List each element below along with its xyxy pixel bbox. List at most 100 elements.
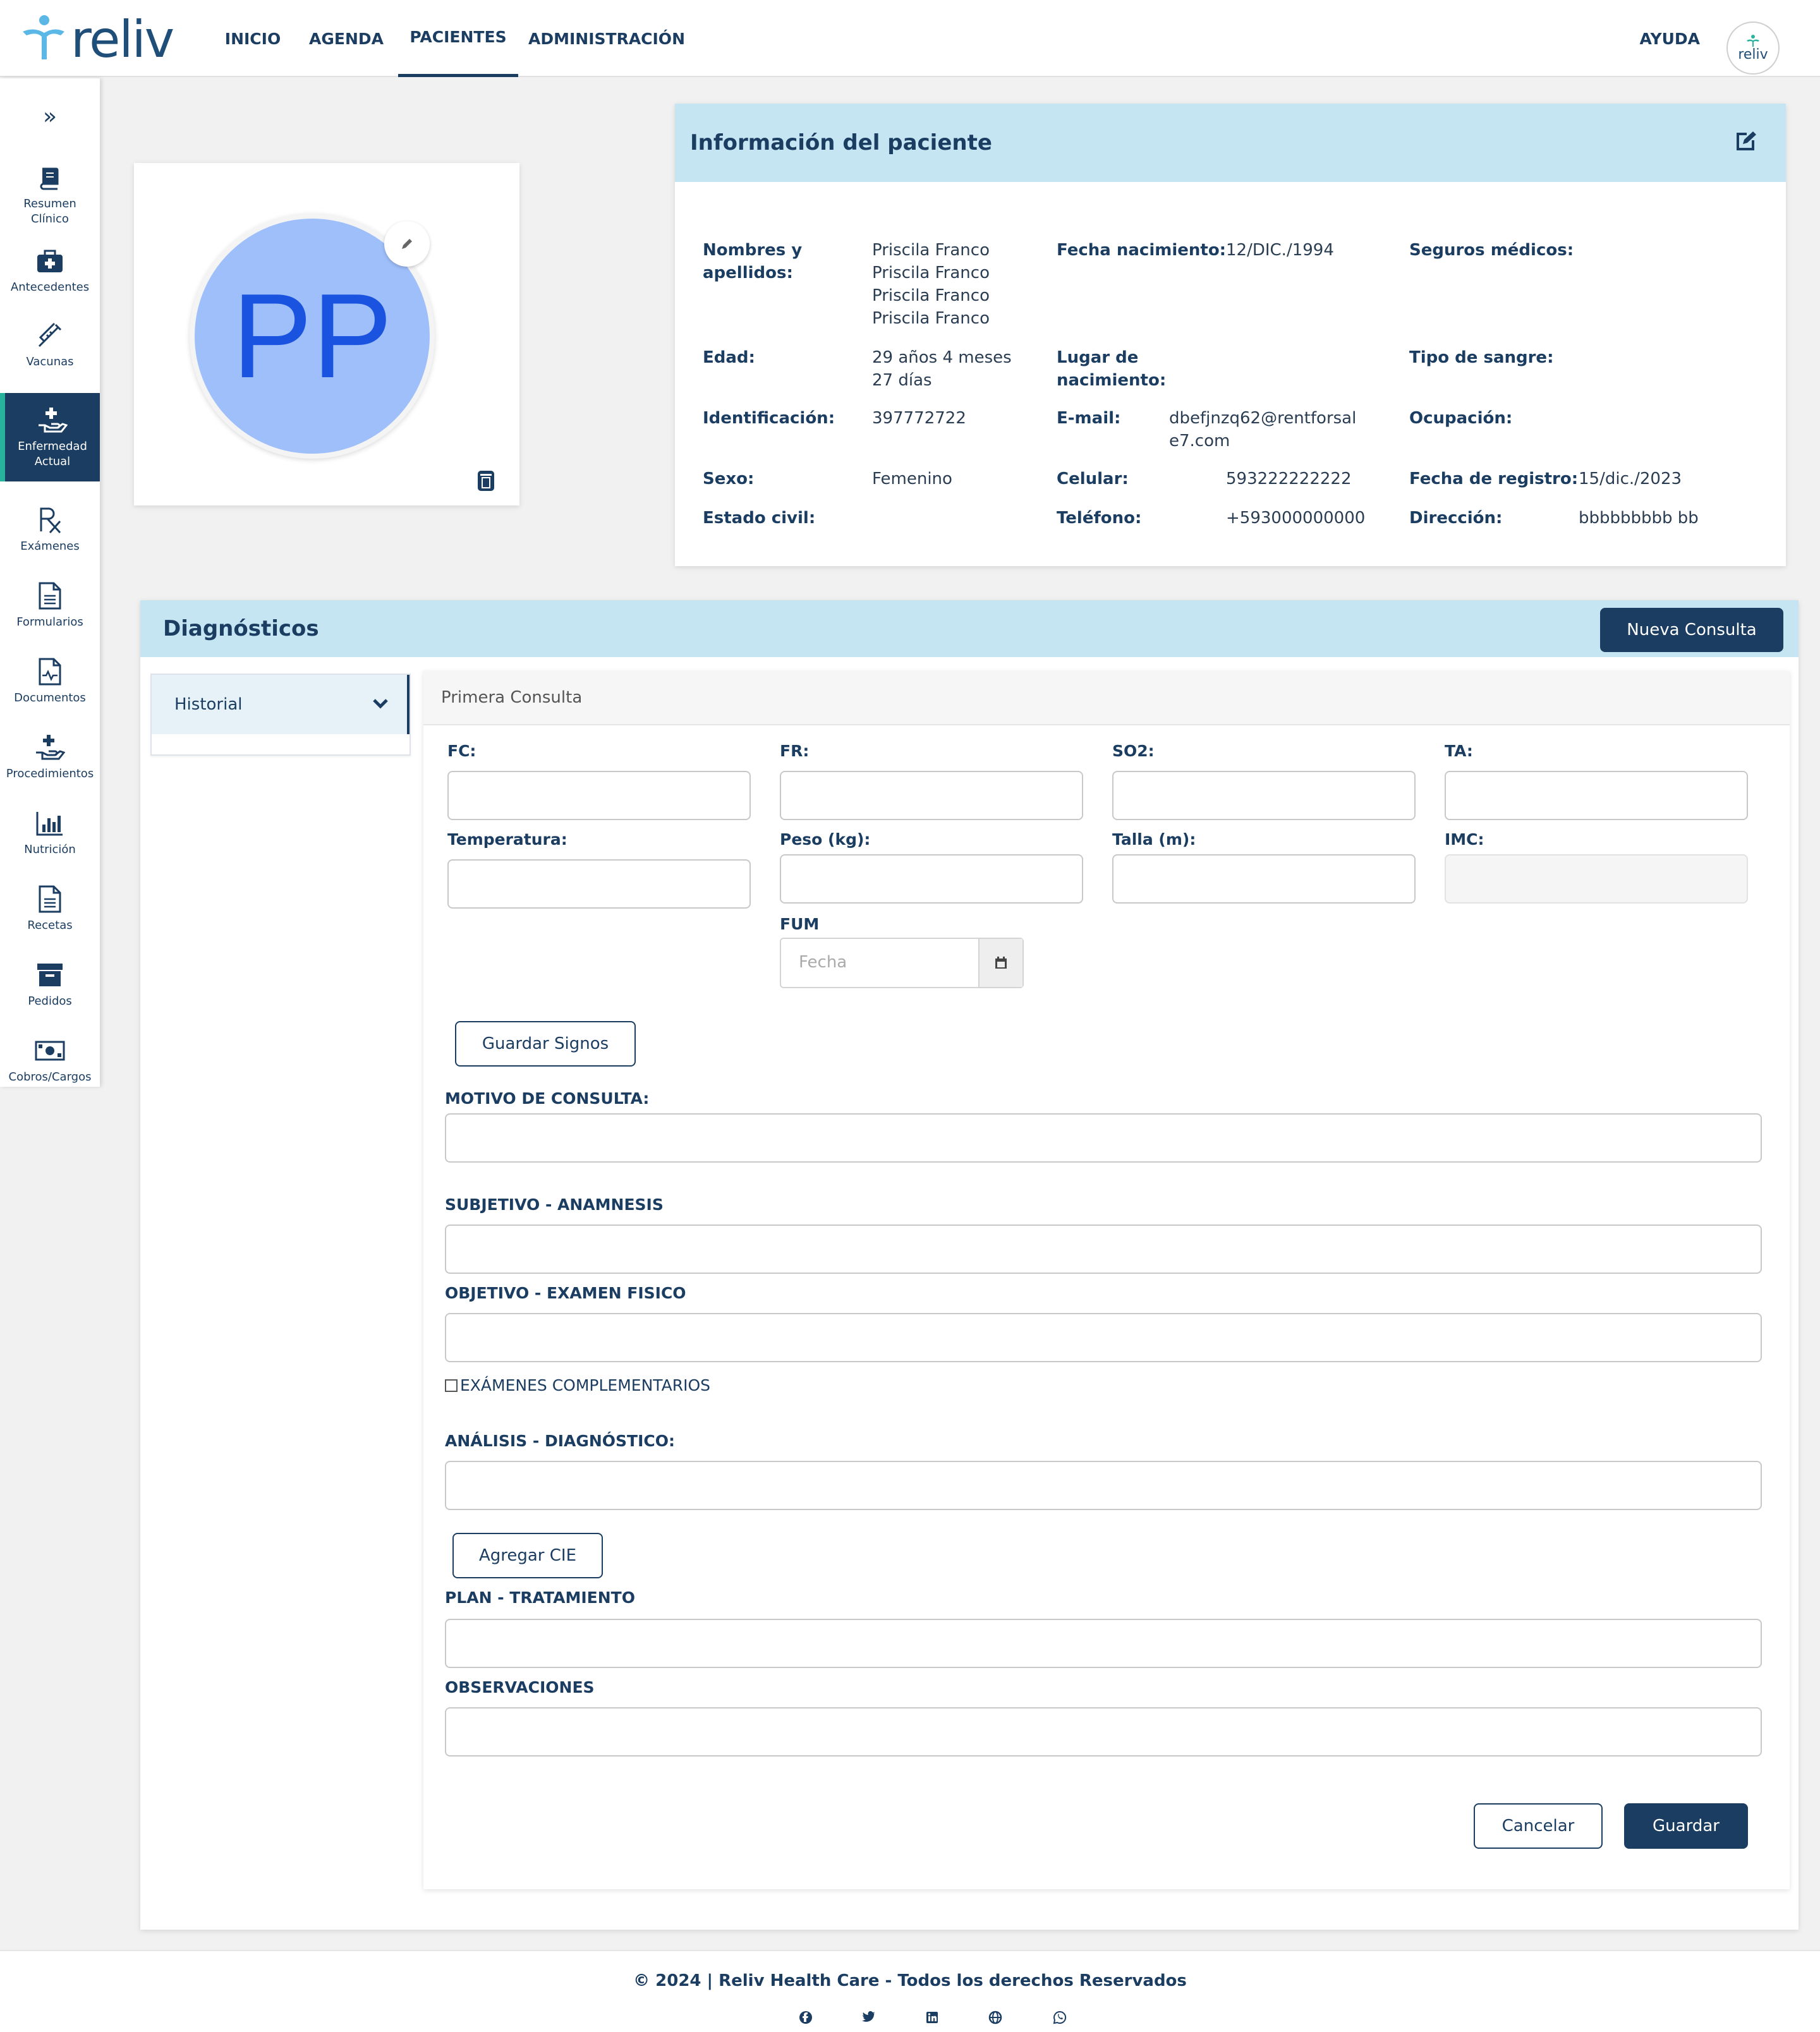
globe-icon[interactable]: [987, 2009, 1004, 2026]
patient-info-card: Información del paciente Nombres y apell…: [675, 104, 1786, 566]
fc-input[interactable]: [447, 771, 751, 820]
new-consultation-button[interactable]: Nueva Consulta: [1600, 608, 1783, 652]
reliv-logo-icon: [23, 15, 64, 59]
history-dropdown[interactable]: Historial: [152, 675, 410, 734]
sidebar-item-formularios[interactable]: Formularios: [0, 567, 100, 643]
user-avatar[interactable]: reliv: [1726, 21, 1780, 75]
edit-icon[interactable]: [1734, 130, 1757, 155]
label-plan: PLAN - TRATAMIENTO: [445, 1588, 635, 1607]
nav-pacientes[interactable]: PACIENTES: [398, 0, 518, 77]
label-analisis: ANÁLISIS - DIAGNÓSTICO:: [445, 1432, 676, 1450]
nav-agenda[interactable]: AGENDA: [302, 0, 391, 77]
help-link[interactable]: AYUDA: [1640, 0, 1700, 77]
observaciones-input[interactable]: [445, 1707, 1762, 1757]
label-civil: Estado civil:: [703, 509, 816, 528]
patient-info-title: Información del paciente: [690, 130, 992, 155]
cancel-button[interactable]: Cancelar: [1474, 1803, 1603, 1849]
analisis-input[interactable]: [445, 1461, 1762, 1510]
height-input[interactable]: [1112, 854, 1416, 904]
temperature-input[interactable]: [447, 859, 751, 909]
sidebar-item-vacunas[interactable]: Vacunas: [0, 307, 100, 383]
footer: © 2024 | Reliv Health Care - Todos los d…: [0, 1950, 1820, 2032]
facebook-icon[interactable]: [798, 2009, 814, 2026]
fum-date-input[interactable]: Fecha: [780, 938, 1024, 988]
sidebar-item-label: Exámenes: [20, 540, 80, 553]
label-phone: Teléfono:: [1057, 509, 1142, 528]
label-age: Edad:: [703, 348, 755, 367]
diagnostics-card: Diagnósticos Nueva Consulta Historial Pr…: [140, 600, 1799, 1930]
consultation-title: Primera Consulta: [441, 688, 583, 707]
subjetivo-input[interactable]: [445, 1225, 1762, 1274]
sidebar: » Resumen Clínico Antecedentes Vacunas E…: [0, 78, 100, 1087]
label-blood: Tipo de sangre:: [1409, 348, 1554, 367]
ta-input[interactable]: [1445, 771, 1748, 820]
sidebar-item-resumen-clinico[interactable]: Resumen Clínico: [0, 157, 100, 233]
nav-administracion[interactable]: ADMINISTRACIÓN: [526, 0, 688, 77]
calendar-icon[interactable]: [978, 939, 1022, 987]
value-email-2: e7.com: [1169, 432, 1230, 451]
fum-placeholder: Fecha: [799, 953, 847, 972]
label-subjetivo: SUBJETIVO - ANAMNESIS: [445, 1195, 664, 1214]
label-email: E-mail:: [1057, 409, 1121, 428]
double-chevron-right-icon[interactable]: »: [0, 104, 100, 130]
sidebar-item-nutricion[interactable]: Nutrición: [0, 795, 100, 871]
sidebar-item-examenes[interactable]: Exámenes: [0, 492, 100, 567]
trash-icon: [478, 471, 494, 491]
save-button[interactable]: Guardar: [1624, 1803, 1748, 1849]
sidebar-item-label: Pedidos: [28, 995, 72, 1008]
label-ta: TA:: [1445, 742, 1473, 760]
delete-photo-button[interactable]: [475, 469, 497, 493]
hand-holding-medical-icon: [35, 732, 65, 763]
sidebar-item-enfermedad-actual[interactable]: Enfermedad Actual: [0, 393, 100, 481]
label-so2: SO2:: [1112, 742, 1155, 760]
sidebar-item-procedimientos[interactable]: Procedimientos: [0, 719, 100, 795]
twitter-icon[interactable]: [861, 2009, 877, 2026]
syringe-icon: [35, 320, 65, 351]
sidebar-item-label: Documentos: [14, 691, 86, 705]
linkedin-icon[interactable]: [924, 2009, 940, 2026]
sidebar-item-label: Vacunas: [26, 355, 74, 368]
label-fc: FC:: [447, 742, 476, 760]
label-names: Nombres y apellidos:: [703, 241, 803, 282]
label-motivo: MOTIVO DE CONSULTA:: [445, 1089, 650, 1108]
imc-input: [1445, 854, 1748, 904]
motivo-input[interactable]: [445, 1113, 1762, 1163]
fr-input[interactable]: [780, 771, 1083, 820]
first-aid-kit-icon: [35, 246, 65, 276]
bar-chart-icon: [35, 808, 65, 838]
copyright-text: © 2024 | Reliv Health Care - Todos los d…: [633, 1971, 1187, 1990]
save-vitals-button[interactable]: Guardar Signos: [455, 1021, 636, 1067]
label-height: Talla (m):: [1112, 830, 1196, 849]
edit-photo-button[interactable]: [384, 221, 430, 267]
complementarios-checkbox[interactable]: EXÁMENES COMPLEMENTARIOS: [445, 1376, 710, 1394]
label-registered: Fecha de registro:: [1409, 469, 1579, 488]
money-bill-icon: [35, 1036, 65, 1066]
label-imc: IMC:: [1445, 830, 1484, 849]
value-mobile: 593222222222: [1226, 469, 1352, 488]
sidebar-item-cobros-cargos[interactable]: Cobros/Cargos: [0, 1022, 100, 1098]
consultation-header: Primera Consulta: [423, 671, 1790, 725]
sidebar-item-label: Resumen Clínico: [23, 197, 76, 226]
weight-input[interactable]: [780, 854, 1083, 904]
so2-input[interactable]: [1112, 771, 1416, 820]
patient-photo-card: PP: [134, 163, 519, 505]
value-phone: +593000000000: [1226, 509, 1366, 528]
objetivo-input[interactable]: [445, 1313, 1762, 1362]
sidebar-item-antecedentes[interactable]: Antecedentes: [0, 233, 100, 308]
value-sex: Femenino: [872, 469, 952, 488]
hand-holding-medical-icon: [37, 405, 68, 435]
add-cie-button[interactable]: Agregar CIE: [452, 1533, 603, 1578]
sidebar-item-recetas[interactable]: Recetas: [0, 871, 100, 946]
sidebar-item-pedidos[interactable]: Pedidos: [0, 946, 100, 1022]
value-birthdate: 12/DIC./1994: [1226, 241, 1334, 260]
document-icon: [35, 884, 65, 914]
value-email-1: dbefjnzq62@rentforsal: [1169, 409, 1357, 428]
reliv-logo[interactable]: reliv: [21, 10, 174, 69]
sidebar-item-label: Antecedentes: [10, 281, 90, 294]
checkbox-box[interactable]: [445, 1379, 458, 1392]
value-address: bbbbbbbbb bb: [1579, 509, 1699, 528]
whatsapp-icon[interactable]: [1052, 2009, 1068, 2026]
plan-input[interactable]: [445, 1619, 1762, 1668]
sidebar-item-documentos[interactable]: Documentos: [0, 643, 100, 719]
nav-inicio[interactable]: INICIO: [211, 0, 294, 77]
